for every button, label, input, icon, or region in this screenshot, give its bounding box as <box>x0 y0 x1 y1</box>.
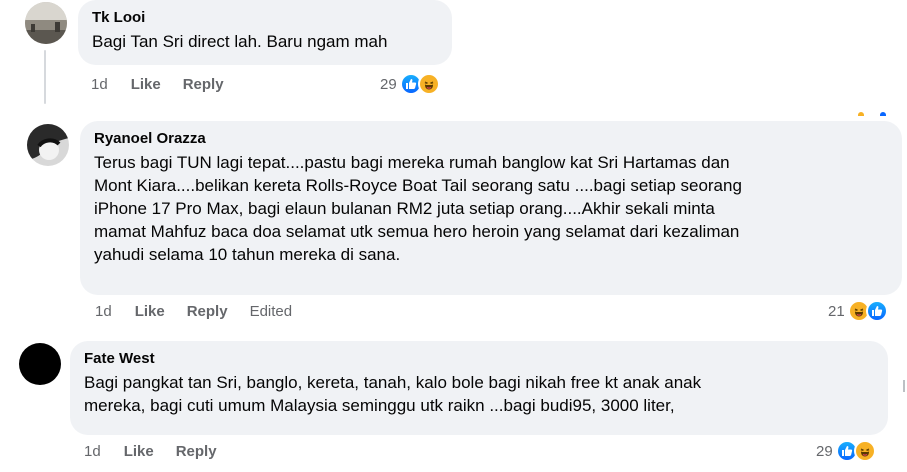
comment-bubble: Fate West Bagi pangkat tan Sri, banglo, … <box>70 341 888 435</box>
comment-text-line: iPhone 17 Pro Max, bagi elaun bulanan RM… <box>94 199 715 218</box>
avatar-image <box>25 2 67 44</box>
thread-connector-line <box>44 50 46 104</box>
comment-text-line: Bagi pangkat tan Sri, banglo, kereta, ta… <box>84 373 702 392</box>
comment-text-line: mereka, bagi cuti umum Malaysia seminggu… <box>84 396 675 415</box>
like-icon <box>865 300 888 322</box>
comment-text-line: Terus bagi TUN lagi tepat....pastu bagi … <box>94 153 730 172</box>
haha-icon <box>417 73 440 95</box>
like-button[interactable]: Like <box>124 443 154 460</box>
avatar[interactable] <box>27 124 69 166</box>
comment-bubble: Tk Looi Bagi Tan Sri direct lah. Baru ng… <box>78 0 452 65</box>
avatar[interactable] <box>25 2 67 44</box>
reaction-count: 29 <box>816 442 833 460</box>
comment-author[interactable]: Tk Looi <box>92 8 438 28</box>
comment-author[interactable]: Ryanoel Orazza <box>94 129 888 149</box>
comment-timestamp[interactable]: 1d <box>91 76 108 93</box>
comment-actions: 1d Like Reply Edited <box>95 303 314 320</box>
comment-actions: 1d Like Reply <box>84 443 239 460</box>
comment-actions: 1d Like Reply <box>91 76 246 93</box>
avatar-image <box>27 124 69 166</box>
reply-button[interactable]: Reply <box>187 303 228 320</box>
like-button[interactable]: Like <box>131 76 161 93</box>
reaction-summary[interactable]: 29 <box>816 440 876 462</box>
scrollbar-marker[interactable] <box>903 380 905 392</box>
reaction-count: 29 <box>380 75 397 93</box>
comment-text: Bagi Tan Sri direct lah. Baru ngam mah <box>92 32 388 51</box>
reply-button[interactable]: Reply <box>183 76 224 93</box>
comment-author[interactable]: Fate West <box>84 349 874 369</box>
avatar[interactable] <box>19 343 61 385</box>
reaction-summary[interactable]: 29 <box>380 73 440 95</box>
haha-icon <box>853 440 876 462</box>
reaction-count: 21 <box>828 302 845 320</box>
reply-button[interactable]: Reply <box>176 443 217 460</box>
edited-label[interactable]: Edited <box>250 303 293 320</box>
reaction-summary[interactable]: 21 <box>828 300 888 322</box>
comment-timestamp[interactable]: 1d <box>95 303 112 320</box>
comment-bubble: Ryanoel Orazza Terus bagi TUN lagi tepat… <box>80 121 902 295</box>
comment-text: Bagi pangkat tan Sri, banglo, kereta, ta… <box>84 371 874 417</box>
comment-text-line: Mont Kiara....belikan kereta Rolls-Royce… <box>94 176 742 195</box>
comment-text: Terus bagi TUN lagi tepat....pastu bagi … <box>94 151 888 266</box>
like-button[interactable]: Like <box>135 303 165 320</box>
partial-reaction-indicator <box>880 112 886 116</box>
comment-text-line: mamat Mahfuz baca doa selamat utk semua … <box>94 222 740 241</box>
partial-reaction-indicator <box>858 112 864 116</box>
comment-timestamp[interactable]: 1d <box>84 443 101 460</box>
comment-text-line: yahudi selama 10 tahun mereka di sana. <box>94 245 401 264</box>
